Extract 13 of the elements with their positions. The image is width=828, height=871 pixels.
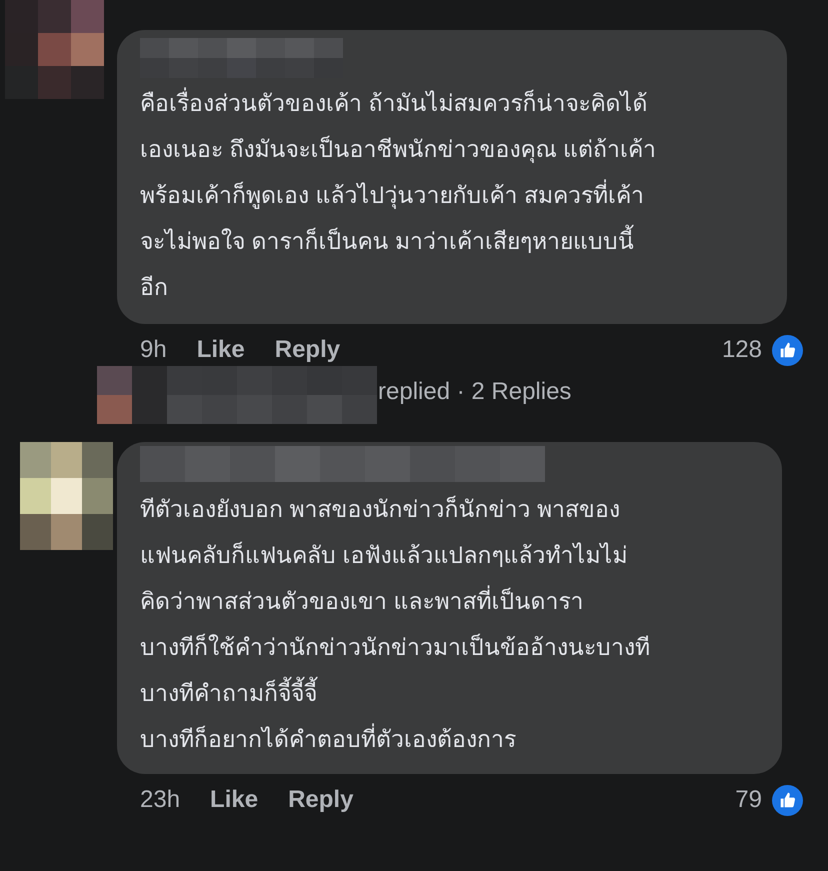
comment-action-link[interactable]: Reply	[274, 332, 340, 368]
thumbs-up-icon	[772, 784, 803, 816]
comment-action-link[interactable]: Reply	[288, 782, 354, 818]
comment-action-link[interactable]: Like	[196, 332, 245, 368]
comment-text: คือเรื่องส่วนตัวของเค้า ถ้ามันไม่สมควรก็น่าจะคิดได้ เองเนอะ ถึงมันจะเป็นอาชีพนักข่าวของคุณ แต่ถ้าเค้า พร้อมเค้าก็พูดเอง แล้วไปวุ่นวายกับเค้า สมควรที่เค้า จะไม่พอใจ ดาราก็เป็นคน มาว่าเค้าเสียๆหายแบบนี้ อีก	[140, 80, 777, 310]
comment-action-link[interactable]: Like	[210, 782, 258, 818]
thumbs-up-icon	[772, 334, 803, 366]
comment-text: ทีตัวเองยังบอก พาสของนักข่าวก็นักข่าว พาสของ แฟนคลับก็แฟนคลับ เอฟังแล้วแปลกๆแล้วทำไมไม่ คิดว่าพาสส่วนตัวของเขา และพาสที่เป็นดารา บางทีก็ใช้คำว่านักข่าวนักข่าวมาเป็นข้ออ้างนะบางที บางทีคำถามก็จี้จี้จี้ บางทีก็อยากได้คำตอบที่ตัวเองต้องการ	[140, 494, 651, 754]
replies-link[interactable]: replied · 2 Replies	[378, 374, 572, 410]
comment-time: 23h	[140, 785, 180, 815]
reaction-count: 79	[735, 785, 762, 815]
reaction-count: 128	[722, 335, 762, 365]
comment-time: 9h	[140, 335, 167, 365]
